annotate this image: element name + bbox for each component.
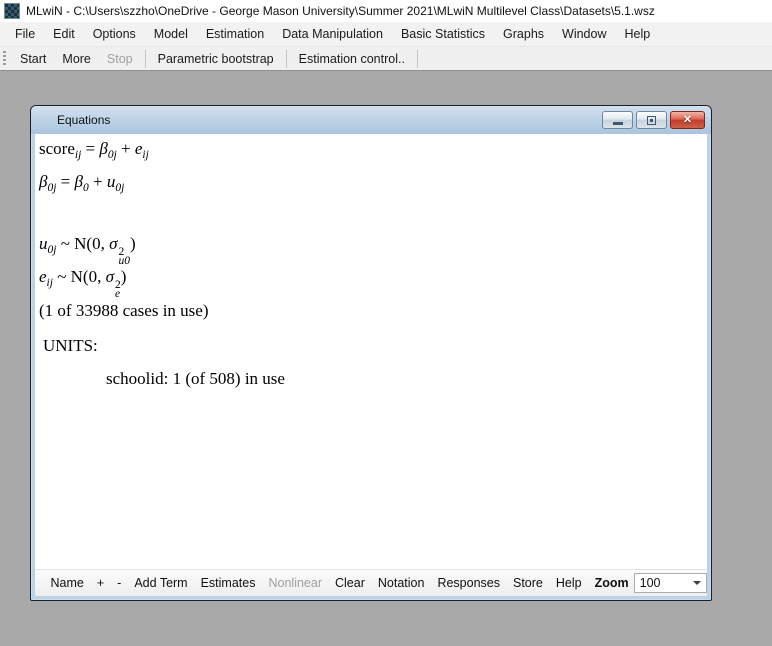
stop-button[interactable]: Stop [99,49,141,69]
dropdown-arrow-icon[interactable] [693,581,701,585]
close-button[interactable]: ✕ [670,111,705,129]
toolbar-grip-handle[interactable] [3,51,6,67]
equations-window-title: Equations [31,113,110,127]
estimation-toolbar: Start More Stop Parametric bootstrap Est… [0,47,772,71]
app-icon[interactable] [4,3,20,19]
zoom-combobox[interactable]: 100 [634,573,707,593]
equation-level1-variance-line[interactable]: eij ~ N(0, σ2e) [39,267,126,299]
estimation-control-button[interactable]: Estimation control.. [291,49,413,69]
mdi-client-area: Equations ✕ scoreij = β0j + eij β0j = β0… [0,72,772,646]
zoom-label: Zoom [588,573,632,593]
name-button[interactable]: Name [44,573,90,593]
add-level-button[interactable]: + [90,573,110,593]
menu-file[interactable]: File [6,23,44,45]
toolbar-separator [145,50,146,68]
equation-response-line[interactable]: scoreij = β0j + eij [39,139,149,161]
toolbar-separator [417,50,418,68]
responses-button[interactable]: Responses [431,573,507,593]
cases-in-use-line: (1 of 33988 cases in use) [39,301,209,321]
menu-basic-statistics[interactable]: Basic Statistics [392,23,494,45]
menu-window[interactable]: Window [553,23,615,45]
more-button[interactable]: More [54,49,98,69]
equation-intercept-line[interactable]: β0j = β0 + u0j [39,172,124,194]
start-button[interactable]: Start [12,49,54,69]
restore-button[interactable] [636,111,667,129]
remove-level-button[interactable]: - [111,573,128,593]
window-title: MLwiN - C:\Users\szzho\OneDrive - George… [26,4,655,18]
help-button[interactable]: Help [549,573,588,593]
menu-data-manipulation[interactable]: Data Manipulation [273,23,392,45]
units-schoolid-line: schoolid: 1 (of 508) in use [106,369,285,389]
menu-help[interactable]: Help [616,23,660,45]
menu-estimation[interactable]: Estimation [197,23,273,45]
menu-edit[interactable]: Edit [44,23,84,45]
add-term-button[interactable]: Add Term [128,573,194,593]
minimize-button[interactable] [602,111,633,129]
window-controls: ✕ [602,111,705,129]
equations-titlebar[interactable]: Equations ✕ [31,106,711,134]
menu-graphs[interactable]: Graphs [494,23,553,45]
store-button[interactable]: Store [506,573,549,593]
equations-toolbar: Name + - Add Term Estimates Nonlinear Cl… [35,569,707,596]
toolbar-separator [286,50,287,68]
restore-icon [647,116,656,125]
menubar: File Edit Options Model Estimation Data … [0,22,772,47]
notation-button[interactable]: Notation [371,573,431,593]
menu-options[interactable]: Options [84,23,145,45]
equation-level2-variance-line[interactable]: u0j ~ N(0, σ2u0) [39,234,136,266]
zoom-value: 100 [640,576,661,590]
nonlinear-button[interactable]: Nonlinear [262,573,329,593]
estimates-button[interactable]: Estimates [194,573,262,593]
equations-pane: scoreij = β0j + eij β0j = β0 + u0j u0j ~… [35,134,707,569]
minimize-icon [613,122,623,125]
clear-button[interactable]: Clear [329,573,372,593]
menu-model[interactable]: Model [145,23,197,45]
parametric-bootstrap-button[interactable]: Parametric bootstrap [150,49,282,69]
main-titlebar[interactable]: MLwiN - C:\Users\szzho\OneDrive - George… [0,0,772,22]
close-icon: ✕ [683,115,692,126]
units-label: UNITS: [43,336,98,356]
equations-window: Equations ✕ scoreij = β0j + eij β0j = β0… [30,105,712,601]
